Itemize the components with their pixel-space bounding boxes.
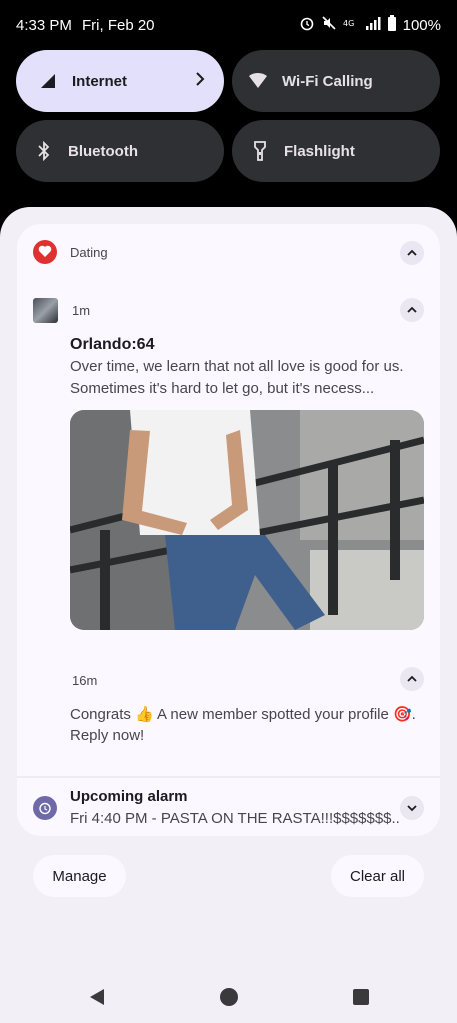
bluetooth-icon bbox=[34, 141, 54, 161]
home-icon bbox=[220, 988, 238, 1006]
collapse-group-button[interactable] bbox=[400, 241, 424, 265]
collapse-notification-button[interactable] bbox=[400, 667, 424, 691]
recents-icon bbox=[353, 989, 369, 1005]
signal-icon bbox=[38, 71, 58, 91]
alarm-icon bbox=[299, 15, 315, 35]
flashlight-icon bbox=[250, 141, 270, 161]
notification-upcoming-alarm[interactable]: Upcoming alarm Fri 4:40 PM - PASTA ON TH… bbox=[17, 778, 440, 836]
mute-icon bbox=[321, 15, 337, 35]
collapse-notification-button[interactable] bbox=[400, 298, 424, 322]
alarm-text: Fri 4:40 PM - PASTA ON THE RASTA!!!$$$$$… bbox=[70, 810, 400, 827]
tile-label: Wi-Fi Calling bbox=[282, 72, 373, 90]
status-bar: 4:33 PM Fri, Feb 20 4G 100% bbox=[0, 0, 457, 50]
alarm-title: Upcoming alarm bbox=[70, 788, 188, 805]
tile-label: Internet bbox=[72, 72, 128, 90]
clock: 4:33 PM bbox=[16, 17, 72, 34]
back-button[interactable] bbox=[88, 987, 106, 1012]
signal-icon bbox=[365, 15, 381, 35]
wifi-calling-icon bbox=[248, 71, 268, 91]
clear-all-button[interactable]: Clear all bbox=[331, 855, 424, 897]
tile-label: Bluetooth bbox=[68, 142, 138, 160]
notification-text: Congrats 👍 A new member spotted your pro… bbox=[70, 706, 416, 723]
notification-text-line2: Sometimes it's hard to let go, but it's … bbox=[70, 380, 375, 397]
svg-text:4G: 4G bbox=[343, 19, 354, 28]
chevron-right-icon bbox=[194, 71, 206, 91]
back-icon bbox=[90, 989, 104, 1005]
date: Fri, Feb 20 bbox=[82, 17, 155, 34]
notification-time: 16m bbox=[72, 673, 98, 688]
tile-bluetooth[interactable]: Bluetooth bbox=[16, 120, 224, 182]
manage-button[interactable]: Manage bbox=[33, 855, 126, 897]
chevron-up-icon bbox=[407, 249, 417, 256]
notification-time: 1m bbox=[72, 303, 91, 318]
chevron-up-icon bbox=[407, 675, 417, 682]
tile-label: Flashlight bbox=[284, 142, 355, 160]
sender-avatar bbox=[33, 298, 58, 323]
battery-icon bbox=[387, 15, 397, 35]
recents-button[interactable] bbox=[352, 987, 370, 1012]
notification-text-line2: Reply now! bbox=[70, 727, 145, 744]
dating-app-icon bbox=[33, 240, 57, 264]
tile-internet[interactable]: Internet bbox=[16, 50, 224, 112]
app-name: Dating bbox=[70, 245, 108, 260]
alarm-icon bbox=[33, 796, 57, 820]
chevron-down-icon bbox=[407, 805, 417, 812]
notification-photo[interactable] bbox=[70, 410, 424, 630]
notification-group-dating[interactable]: Dating 1m Orlando:64 Over time, we learn… bbox=[17, 224, 440, 836]
notification-title: Orlando:64 bbox=[70, 336, 155, 353]
expand-alarm-button[interactable] bbox=[400, 796, 424, 820]
chevron-up-icon bbox=[407, 306, 417, 313]
tile-flashlight[interactable]: Flashlight bbox=[232, 120, 440, 182]
battery-level: 100% bbox=[402, 16, 441, 34]
home-button[interactable] bbox=[219, 987, 239, 1012]
tile-wifi-calling[interactable]: Wi-Fi Calling bbox=[232, 50, 440, 112]
network-4g-icon: 4G bbox=[343, 15, 359, 35]
status-icons: 4G 100% bbox=[299, 15, 441, 35]
notification-text: Over time, we learn that not all love is… bbox=[70, 358, 404, 375]
